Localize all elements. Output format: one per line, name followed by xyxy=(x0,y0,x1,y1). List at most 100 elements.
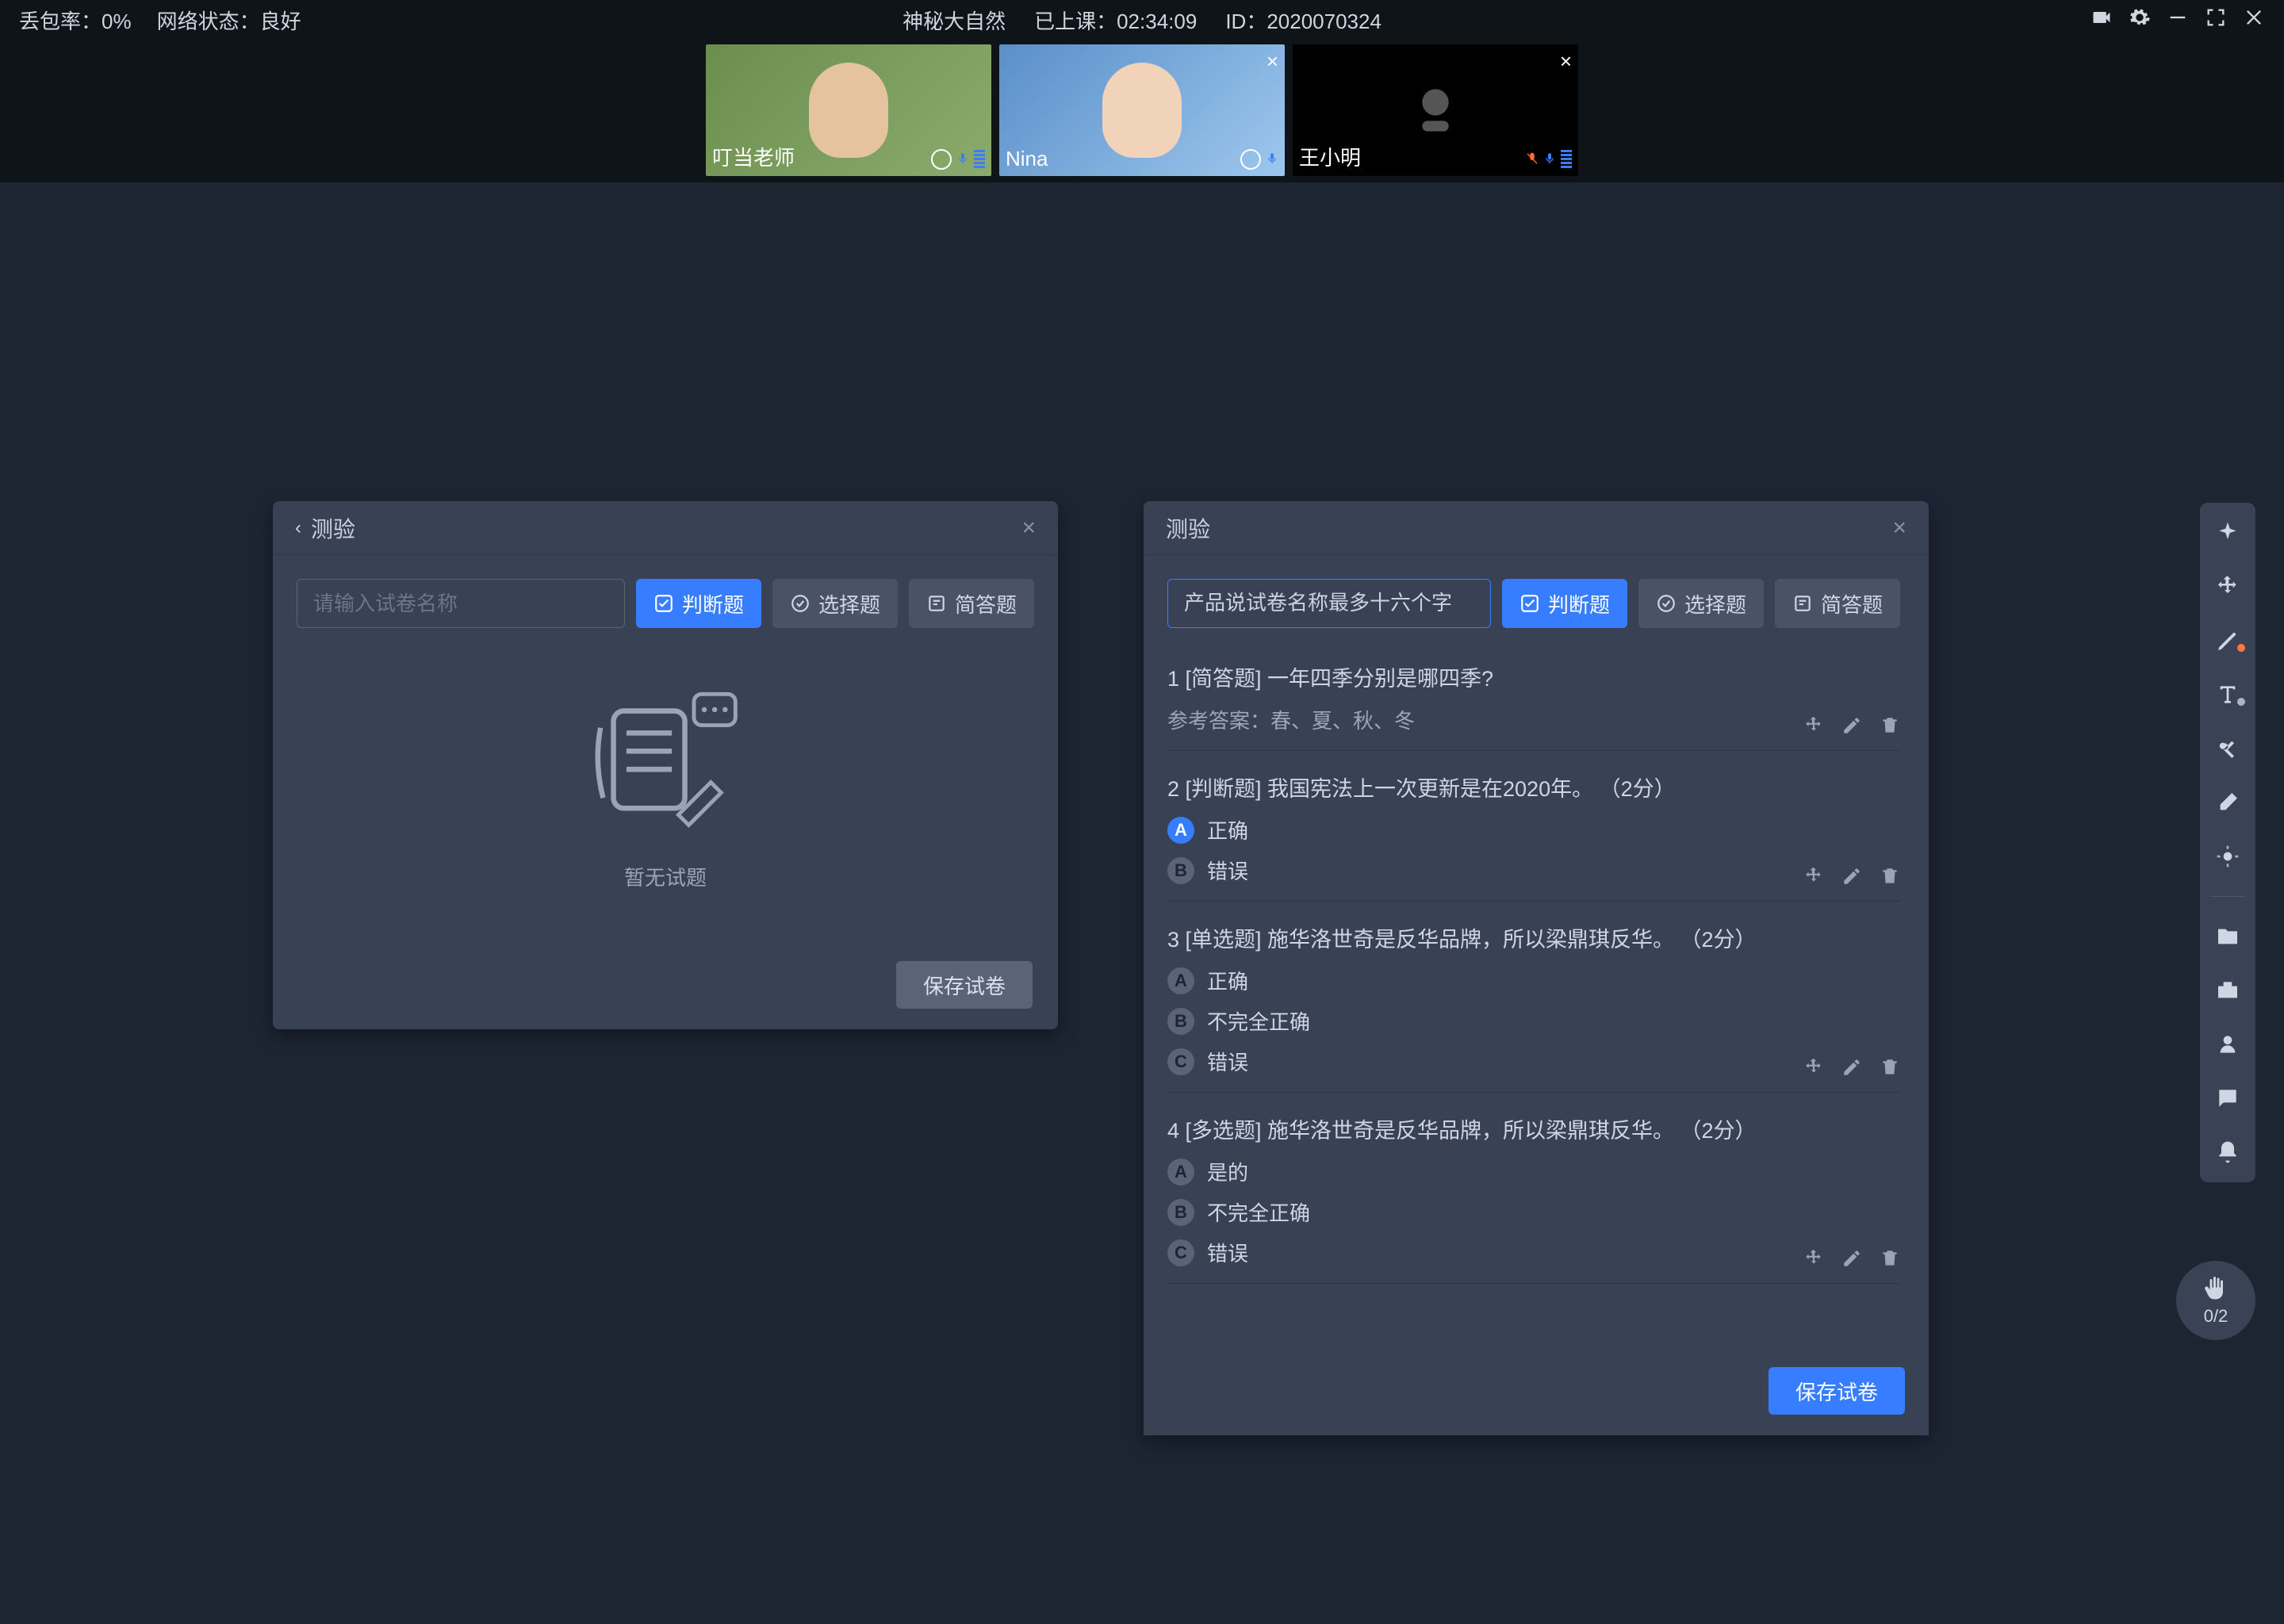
camera-off-placeholder-icon xyxy=(1404,79,1467,142)
top-left-info: 丢包率：0% 网络状态：良好 xyxy=(19,6,301,35)
pen-icon[interactable] xyxy=(2212,625,2244,657)
option-text: 错误 xyxy=(1207,1238,1248,1267)
text-tool-icon[interactable] xyxy=(2212,679,2244,710)
quiz-name-display[interactable]: 产品说试卷名称最多十六个字 xyxy=(1167,579,1491,628)
hand-raise-badge[interactable]: 0/2 xyxy=(2176,1261,2255,1340)
settings-icon[interactable] xyxy=(2129,6,2151,34)
option-text: 正确 xyxy=(1207,966,1248,995)
camera-switch-icon[interactable] xyxy=(2090,6,2113,34)
session-id-label: ID： xyxy=(1225,10,1267,33)
video-tile-student[interactable]: × 王小明 xyxy=(1293,44,1578,176)
delete-icon[interactable] xyxy=(1880,1248,1900,1269)
add-short-answer-button[interactable]: 简答题 xyxy=(909,579,1034,628)
profile-icon[interactable] xyxy=(2212,1028,2244,1060)
question-item: 4 [多选题] 施华洛世奇是反华品牌，所以梁鼎琪反华。 （2分） A 是的 B … xyxy=(1167,1093,1900,1284)
option-row[interactable]: A 是的 xyxy=(1167,1157,1900,1186)
video-tile-teacher[interactable]: 叮当老师 xyxy=(706,44,991,176)
add-judge-button[interactable]: 判断题 xyxy=(1502,579,1627,628)
folder-icon[interactable] xyxy=(2212,921,2244,952)
mic-on-icon xyxy=(1543,147,1556,170)
move-icon[interactable] xyxy=(1803,866,1824,887)
quiz-name-input[interactable] xyxy=(297,579,625,628)
top-center-info: 神秘大自然 已上课：02:34:09 ID：2020070324 xyxy=(902,6,1382,35)
hand-icon xyxy=(2202,1274,2230,1303)
edit-icon[interactable] xyxy=(1841,715,1862,736)
quiz-panel-editor: 测验 × 产品说试卷名称最多十六个字 判断题 选择题 简答题 1 [简 xyxy=(1144,501,1929,1435)
move-icon[interactable] xyxy=(2212,571,2244,603)
chat-icon[interactable] xyxy=(2212,1082,2244,1114)
option-row[interactable]: C 错误 xyxy=(1167,1047,1900,1076)
elapsed-label: 已上课： xyxy=(1034,10,1117,33)
audio-level-icon xyxy=(1561,150,1572,168)
mic-off-icon xyxy=(1526,147,1539,170)
packet-loss-label: 丢包率： xyxy=(19,10,102,33)
brightness-icon[interactable] xyxy=(2212,841,2244,872)
empty-quiz-icon xyxy=(586,691,745,834)
option-badge: B xyxy=(1167,857,1194,884)
option-row[interactable]: C 错误 xyxy=(1167,1238,1900,1267)
close-icon[interactable]: × xyxy=(1267,49,1278,74)
question-item: 2 [判断题] 我国宪法上一次更新是在2020年。 （2分） A 正确 B 错误 xyxy=(1167,751,1900,902)
panel-title: 测验 xyxy=(1166,512,1210,544)
button-label: 判断题 xyxy=(1548,589,1610,619)
option-badge: C xyxy=(1167,1239,1194,1266)
bell-icon[interactable] xyxy=(2212,1136,2244,1168)
question-item: 1 [简答题] 一年四季分别是哪四季?参考答案：春、夏、秋、冬 xyxy=(1167,641,1900,751)
option-badge: B xyxy=(1167,1199,1194,1226)
packet-loss-value: 0% xyxy=(102,10,132,33)
empty-state: 暂无试题 xyxy=(297,691,1034,891)
button-label: 选择题 xyxy=(818,589,880,619)
cursor-click-icon[interactable] xyxy=(2212,517,2244,549)
video-name: Nina xyxy=(1006,147,1048,171)
tools-toolbar xyxy=(2200,503,2255,1182)
option-row[interactable]: A 正确 xyxy=(1167,966,1900,995)
add-choice-button[interactable]: 选择题 xyxy=(1638,579,1764,628)
question-title: 2 [判断题] 我国宪法上一次更新是在2020年。 （2分） xyxy=(1167,772,1900,802)
close-window-icon[interactable] xyxy=(2243,6,2265,34)
scissors-icon[interactable] xyxy=(2212,733,2244,764)
delete-icon[interactable] xyxy=(1880,715,1900,736)
video-tile-student[interactable]: × Nina xyxy=(999,44,1285,176)
video-strip: 叮当老师 × Nina × 王小明 xyxy=(0,40,2284,182)
option-row[interactable]: B 错误 xyxy=(1167,856,1900,885)
option-row[interactable]: B 不完全正确 xyxy=(1167,1006,1900,1036)
video-name: 王小明 xyxy=(1299,142,1361,171)
toolbox-icon[interactable] xyxy=(2212,975,2244,1006)
fullscreen-icon[interactable] xyxy=(2205,6,2227,34)
add-short-answer-button[interactable]: 简答题 xyxy=(1775,579,1900,628)
button-label: 判断题 xyxy=(682,589,744,619)
option-badge: A xyxy=(1167,817,1194,844)
edit-icon[interactable] xyxy=(1841,1057,1862,1078)
delete-icon[interactable] xyxy=(1880,1057,1900,1078)
save-quiz-button[interactable]: 保存试卷 xyxy=(896,961,1033,1009)
question-title: 4 [多选题] 施华洛世奇是反华品牌，所以梁鼎琪反华。 （2分） xyxy=(1167,1113,1900,1144)
elapsed-value: 02:34:09 xyxy=(1117,10,1197,33)
move-icon[interactable] xyxy=(1803,1248,1824,1269)
option-badge: A xyxy=(1167,1159,1194,1185)
edit-icon[interactable] xyxy=(1841,1248,1862,1269)
save-quiz-button[interactable]: 保存试卷 xyxy=(1769,1367,1905,1415)
eraser-icon[interactable] xyxy=(2212,787,2244,818)
back-icon[interactable]: ‹ xyxy=(295,517,301,539)
close-icon[interactable]: × xyxy=(1560,49,1572,74)
option-row[interactable]: A 正确 xyxy=(1167,815,1900,845)
option-row[interactable]: B 不完全正确 xyxy=(1167,1197,1900,1227)
add-judge-button[interactable]: 判断题 xyxy=(636,579,761,628)
delete-icon[interactable] xyxy=(1880,866,1900,887)
option-text: 是的 xyxy=(1207,1157,1248,1186)
move-icon[interactable] xyxy=(1803,715,1824,736)
course-title: 神秘大自然 xyxy=(902,6,1006,35)
question-scroll[interactable]: 产品说试卷名称最多十六个字 判断题 选择题 简答题 1 [简答题] 一年四季分别… xyxy=(1167,579,1913,1351)
close-icon[interactable]: × xyxy=(1021,515,1036,542)
move-icon[interactable] xyxy=(1803,1057,1824,1078)
add-choice-button[interactable]: 选择题 xyxy=(772,579,898,628)
toolbar-separator xyxy=(2210,896,2245,897)
close-icon[interactable]: × xyxy=(1892,515,1907,542)
option-badge: C xyxy=(1167,1048,1194,1075)
panel-title: 测验 xyxy=(311,512,355,544)
minimize-icon[interactable] xyxy=(2167,6,2189,34)
button-label: 简答题 xyxy=(955,589,1017,619)
mic-on-icon xyxy=(956,147,969,170)
edit-icon[interactable] xyxy=(1841,866,1862,887)
button-label: 简答题 xyxy=(1821,589,1883,619)
